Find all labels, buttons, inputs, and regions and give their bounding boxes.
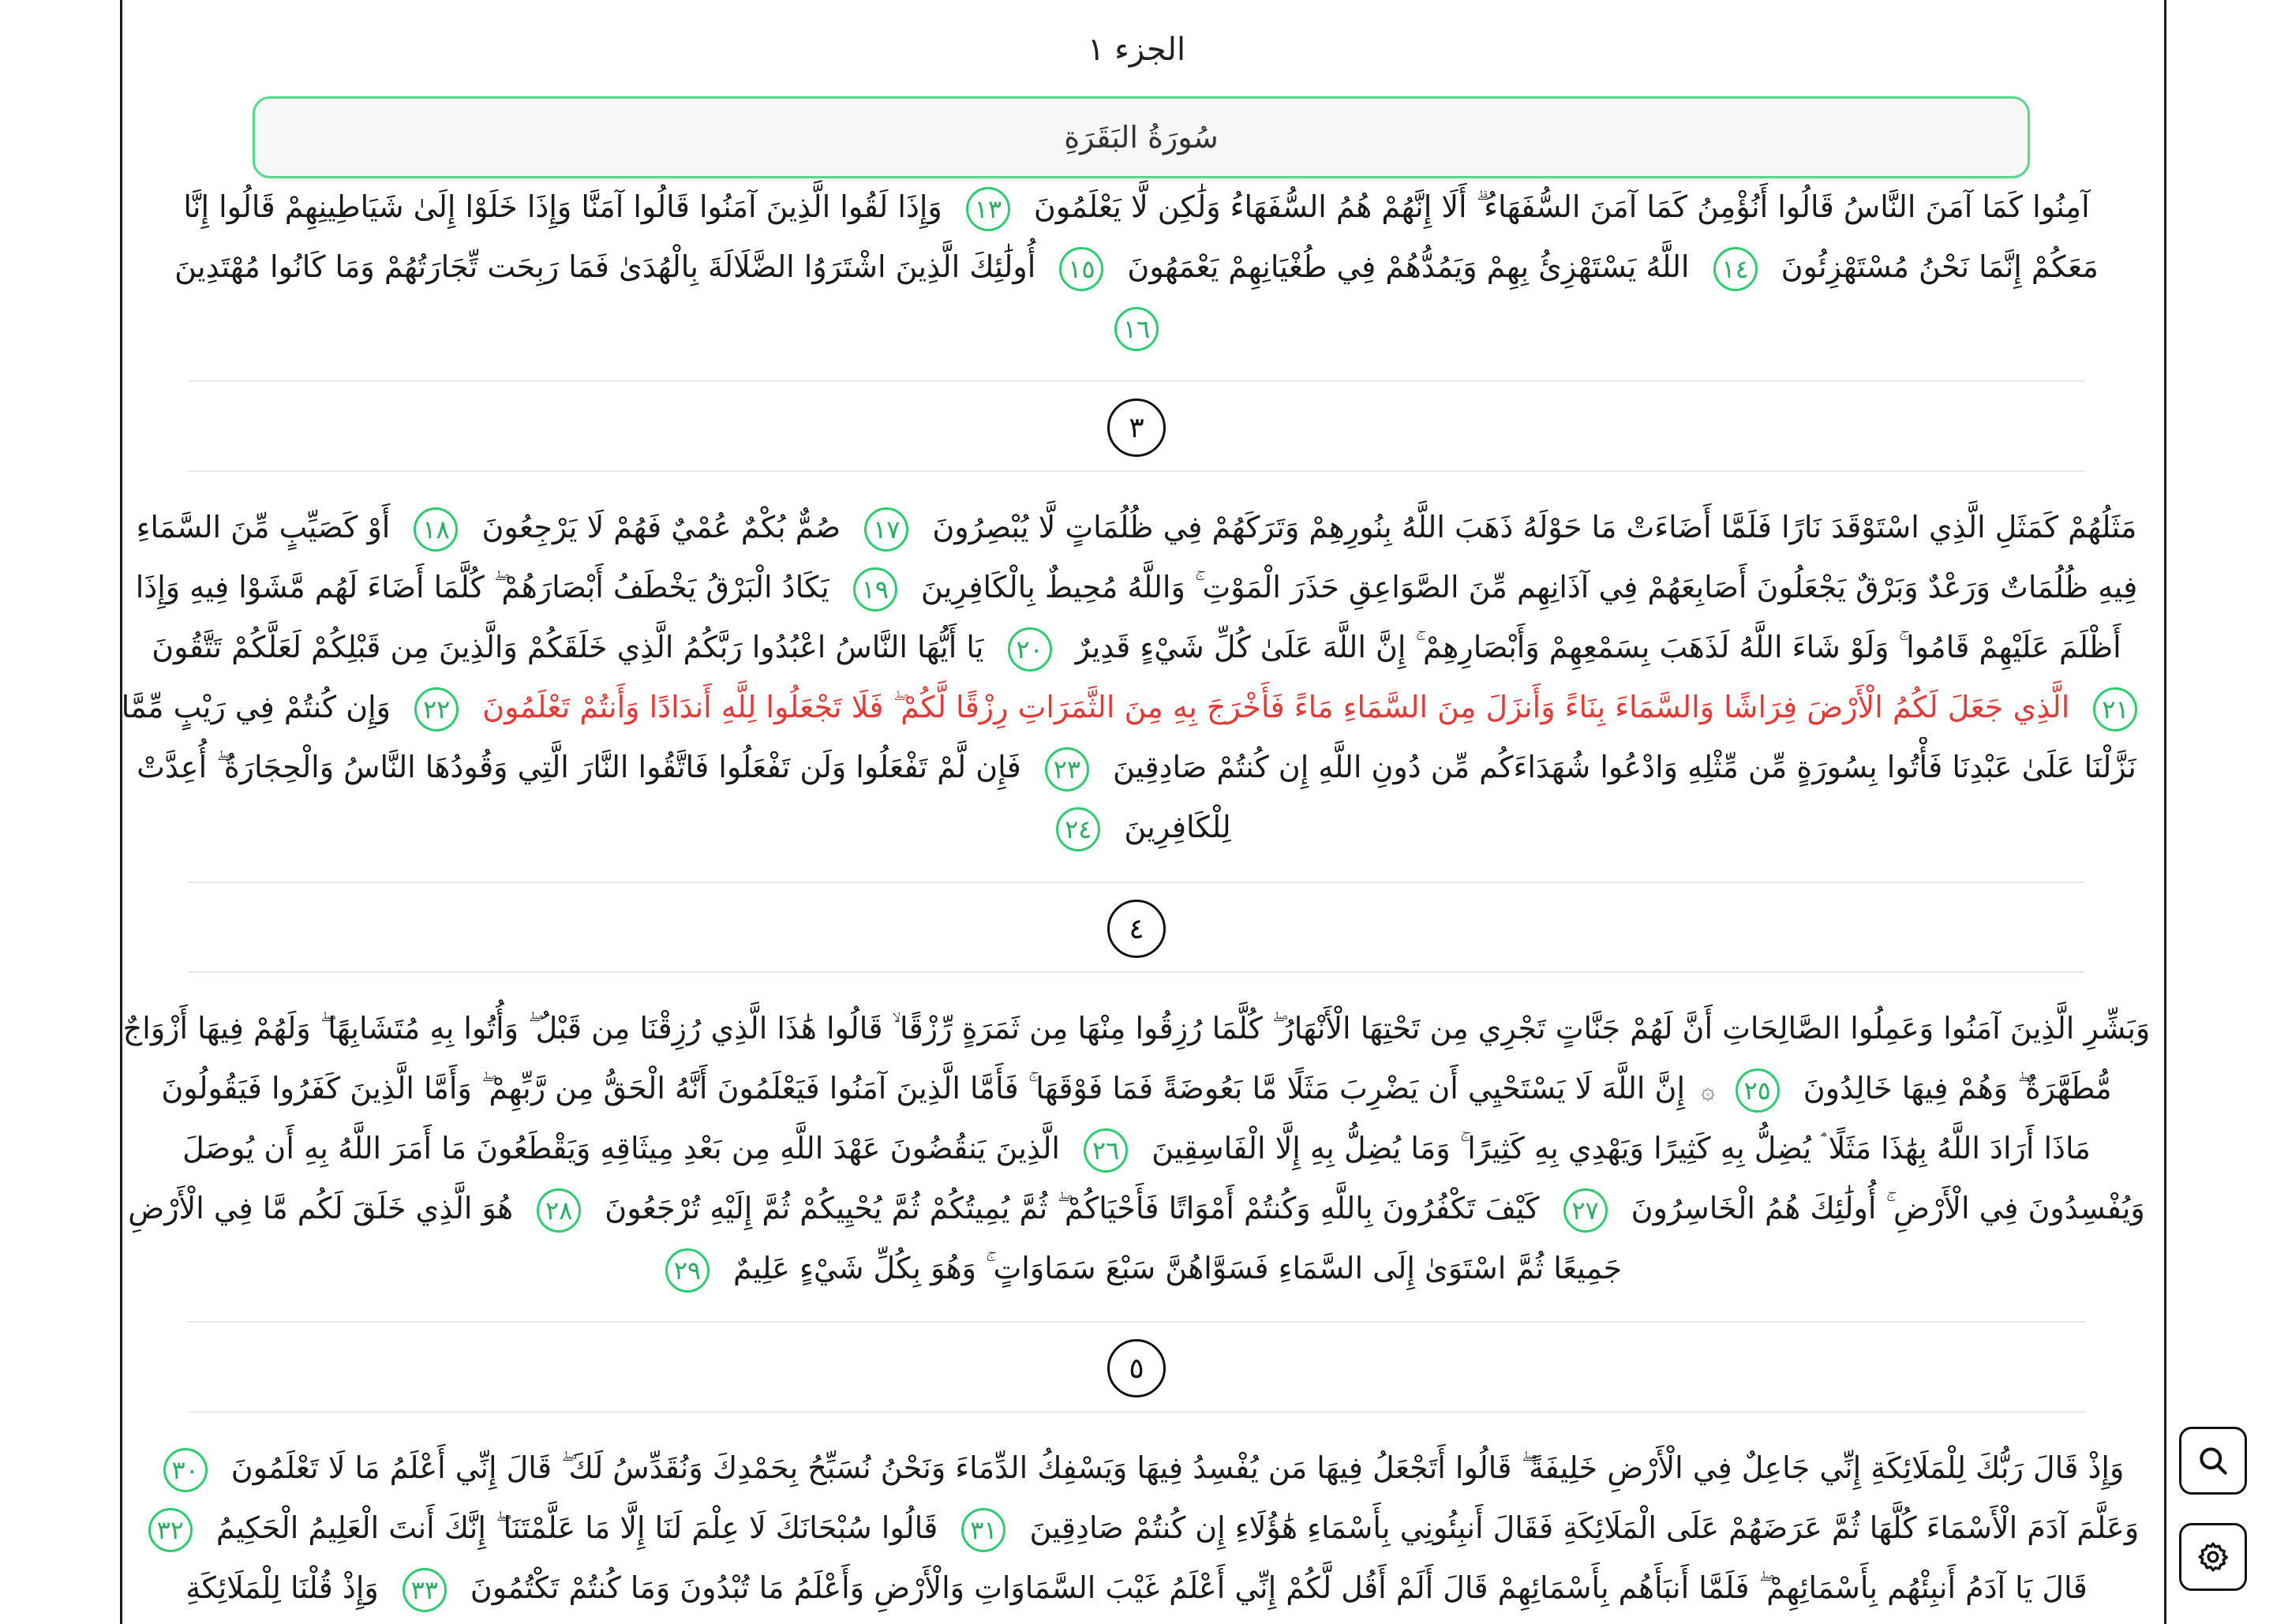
- verse-line: آمِنُوا كَمَا آمَنَ النَّاسُ قَالُوا أَن…: [0, 177, 2273, 237]
- verse-text[interactable]: وَإِذَا لَقُوا الَّذِينَ آمَنُوا قَالُوا…: [183, 189, 952, 224]
- verse-line: وَإِذْ قَالَ رَبُّكَ لِلْمَلَائِكَةِ إِن…: [0, 1438, 2273, 1498]
- ayah-number-badge[interactable]: ٣١: [961, 1507, 1006, 1552]
- verse-text[interactable]: الَّذِينَ يَنقُضُونَ عَهْدَ اللَّهِ مِن …: [182, 1131, 1069, 1166]
- page-divider: [188, 470, 2085, 472]
- ayah-number-badge[interactable]: ١٦: [1114, 306, 1159, 351]
- ayah-number-badge[interactable]: ١٨: [414, 507, 459, 552]
- ayah-number-badge[interactable]: ١٥: [1059, 246, 1104, 291]
- verse-text[interactable]: يَكَادُ الْبَرْقُ يَخْطَفُ أَبْصَارَهُمْ…: [136, 570, 839, 604]
- verse-text[interactable]: هُوَ الَّذِي خَلَقَ لَكُم مَّا فِي الْأَ…: [128, 1191, 522, 1225]
- verse-text[interactable]: وَعَلَّمَ آدَمَ الْأَسْمَاءَ كُلَّهَا ثُ…: [1020, 1510, 2139, 1545]
- verse-line: جَمِيعًا ثُمَّ اسْتَوَىٰ إِلَى السَّمَاء…: [0, 1238, 2273, 1298]
- rub-el-hizb-icon: ۞: [1701, 1077, 1715, 1105]
- ayah-number-badge[interactable]: ٢٠: [1007, 627, 1052, 672]
- surah-banner[interactable]: سُورَةُ البَقَرَةِ: [253, 96, 2030, 178]
- page-divider: [188, 1321, 2085, 1323]
- ayah-number-badge[interactable]: ٢١: [2093, 687, 2138, 732]
- verse-line: مَعَكُمْ إِنَّمَا نَحْنُ مُسْتَهْزِئُونَ…: [0, 237, 2273, 297]
- verse-line: مَاذَا أَرَادَ اللَّهُ بِهَٰذَا مَثَلًا …: [0, 1118, 2273, 1178]
- verse-text[interactable]: إِنَّ اللَّهَ لَا يَسْتَحْيِي أَن يَضْرِ…: [161, 1071, 1694, 1106]
- ayah-number-badge[interactable]: ٣٣: [402, 1567, 447, 1612]
- verse-text[interactable]: أُولَٰئِكَ الَّذِينَ اشْتَرَوُا الضَّلَا…: [174, 249, 1045, 284]
- verse-text[interactable]: وَإِن كُنتُمْ فِي رَيْبٍ مِّمَّا: [122, 690, 401, 724]
- verse-text[interactable]: وَبَشِّرِ الَّذِينَ آمَنُوا وَعَمِلُوا ا…: [123, 1011, 2151, 1046]
- ayah-number-badge[interactable]: ٣٢: [148, 1507, 193, 1552]
- verse-line: ١٦: [0, 297, 2273, 357]
- verse-text[interactable]: وَإِذْ قُلْنَا لِلْمَلَائِكَةِ: [185, 1570, 388, 1605]
- juz-label: الجزء ١: [1087, 32, 1186, 68]
- page-divider: [188, 1411, 2085, 1413]
- ayah-number-badge[interactable]: ٣٠: [163, 1447, 208, 1492]
- ayah-number-badge[interactable]: ١٧: [864, 507, 909, 552]
- verse-line: نَزَّلْنَا عَلَىٰ عَبْدِنَا فَأْتُوا بِس…: [0, 737, 2273, 797]
- verse-text[interactable]: وَإِذْ قَالَ رَبُّكَ لِلْمَلَائِكَةِ إِن…: [222, 1450, 2125, 1485]
- verse-line: مَثَلُهُمْ كَمَثَلِ الَّذِي اسْتَوْقَدَ …: [0, 497, 2273, 557]
- verse-text[interactable]: فِيهِ ظُلُمَاتٌ وَرَعْدٌ وَبَرْقٌ يَجْعَ…: [912, 570, 2137, 604]
- highlighted-verse-text[interactable]: الَّذِي جَعَلَ لَكُمُ الْأَرْضَ فِرَاشًا…: [473, 690, 2079, 724]
- page-number: ٤: [1107, 900, 1166, 958]
- verse-text[interactable]: اللَّهُ يَسْتَهْزِئُ بِهِمْ وَيَمُدُّهُم…: [1118, 249, 1698, 284]
- ayah-number-badge[interactable]: ٢٦: [1084, 1128, 1129, 1173]
- verse-text[interactable]: لِلْكَافِرِينَ: [1114, 810, 1230, 844]
- verse-text[interactable]: مُّطَهَّرَةٌ ۖ وَهُمْ فِيهَا خَالِدُونَ: [1794, 1071, 2112, 1106]
- ayah-number-badge[interactable]: ٢٣: [1044, 747, 1089, 791]
- verse-text[interactable]: مَثَلُهُمْ كَمَثَلِ الَّذِي اسْتَوْقَدَ …: [923, 510, 2136, 544]
- verse-line: أَظْلَمَ عَلَيْهِمْ قَامُوا ۚ وَلَوْ شَا…: [0, 617, 2273, 677]
- page-divider: [188, 971, 2085, 973]
- verse-line: لِلْكَافِرِينَ ٢٤: [0, 797, 2273, 857]
- verse-line: قَالَ يَا آدَمُ أَنبِئْهُم بِأَسْمَائِهِ…: [0, 1558, 2273, 1618]
- verse-text[interactable]: قَالَ يَا آدَمُ أَنبِئْهُم بِأَسْمَائِهِ…: [461, 1570, 2088, 1605]
- page-number: ٣: [1107, 399, 1166, 457]
- page-divider: [188, 881, 2085, 883]
- ayah-number-badge[interactable]: ١٩: [852, 567, 897, 612]
- verse-text[interactable]: صُمٌّ بُكْمٌ عُمْيٌ فَهُمْ لَا يَرْجِعُو…: [472, 510, 850, 544]
- verse-text[interactable]: أَوْ كَصَيِّبٍ مِّنَ السَّمَاءِ: [137, 510, 400, 544]
- verse-text[interactable]: وَيُفْسِدُونَ فِي الْأَرْضِ ۚ أُولَٰئِكَ…: [1622, 1191, 2145, 1225]
- verse-text[interactable]: مَعَكُمْ إِنَّمَا نَحْنُ مُسْتَهْزِئُونَ: [1772, 249, 2099, 284]
- ayah-number-badge[interactable]: ٢٥: [1735, 1068, 1780, 1113]
- ayah-number-badge[interactable]: ١٣: [965, 186, 1010, 231]
- search-icon: [2200, 1447, 2227, 1475]
- ayah-number-badge[interactable]: ٢٢: [414, 687, 459, 732]
- ayah-number-badge[interactable]: ٢٤: [1056, 806, 1101, 851]
- gear-icon: [2198, 1542, 2229, 1572]
- verse-text[interactable]: يَا أَيُّهَا النَّاسُ اعْبُدُوا رَبَّكُم…: [152, 630, 993, 664]
- verse-text[interactable]: جَمِيعًا ثُمَّ اسْتَوَىٰ إِلَى السَّمَاء…: [724, 1251, 1622, 1285]
- settings-button[interactable]: [2179, 1523, 2247, 1591]
- verse-text[interactable]: قَالُوا سُبْحَانَكَ لَا عِلْمَ لَنَا إِل…: [207, 1510, 948, 1545]
- verse-line: وَبَشِّرِ الَّذِينَ آمَنُوا وَعَمِلُوا ا…: [0, 998, 2273, 1058]
- verse-text[interactable]: كَيْفَ تَكْفُرُونَ بِاللَّهِ وَكُنتُمْ أ…: [595, 1191, 1548, 1225]
- verse-line: مُّطَهَّرَةٌ ۖ وَهُمْ فِيهَا خَالِدُونَ …: [0, 1058, 2273, 1121]
- verse-text[interactable]: فَإِن لَّمْ تَفْعَلُوا وَلَن تَفْعَلُوا …: [137, 750, 1031, 784]
- verse-text[interactable]: آمِنُوا كَمَا آمَنَ النَّاسُ قَالُوا أَن…: [1024, 189, 2090, 224]
- verse-text[interactable]: نَزَّلْنَا عَلَىٰ عَبْدِنَا فَأْتُوا بِس…: [1103, 750, 2136, 784]
- verse-line: وَيُفْسِدُونَ فِي الْأَرْضِ ۚ أُولَٰئِكَ…: [0, 1178, 2273, 1238]
- verse-line: ٢١ الَّذِي جَعَلَ لَكُمُ الْأَرْضَ فِرَا…: [0, 677, 2273, 737]
- verse-line: فِيهِ ظُلُمَاتٌ وَرَعْدٌ وَبَرْقٌ يَجْعَ…: [0, 557, 2273, 617]
- verse-text[interactable]: أَظْلَمَ عَلَيْهِمْ قَامُوا ۚ وَلَوْ شَا…: [1066, 630, 2121, 664]
- ayah-number-badge[interactable]: ٢٨: [537, 1188, 582, 1233]
- ayah-number-badge[interactable]: ٢٩: [665, 1248, 710, 1293]
- ayah-number-badge[interactable]: ١٤: [1713, 246, 1758, 291]
- page-number: ٥: [1107, 1339, 1166, 1398]
- verse-line: وَعَلَّمَ آدَمَ الْأَسْمَاءَ كُلَّهَا ثُ…: [0, 1498, 2273, 1558]
- verse-text[interactable]: مَاذَا أَرَادَ اللَّهُ بِهَٰذَا مَثَلًا …: [1142, 1131, 2091, 1166]
- ayah-number-badge[interactable]: ٢٧: [1563, 1188, 1608, 1233]
- search-button[interactable]: [2179, 1427, 2247, 1495]
- page-divider: [188, 380, 2085, 382]
